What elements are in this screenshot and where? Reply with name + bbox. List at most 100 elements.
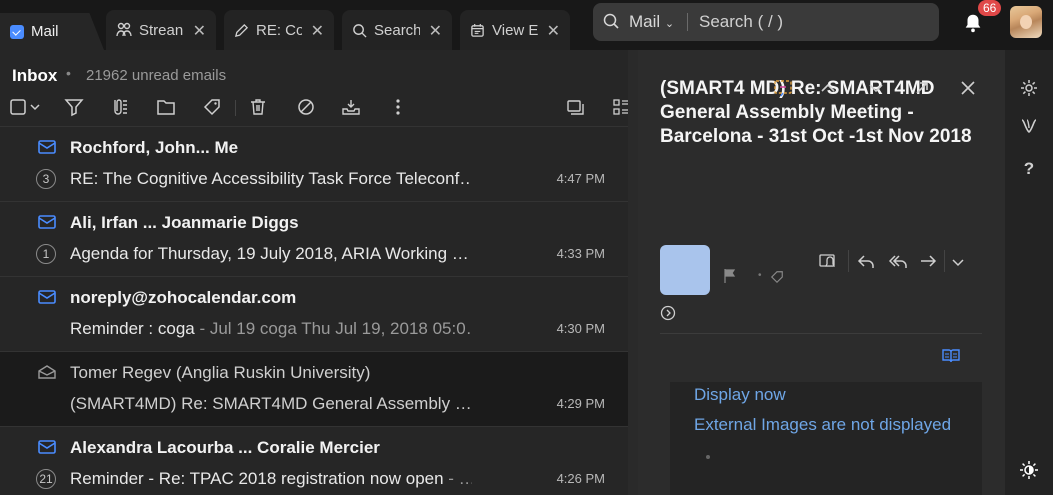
tab-view-event[interactable]: View E ✕: [460, 10, 570, 50]
email-row[interactable]: Rochford, John... Me 3 RE: The Cognitive…: [0, 127, 628, 202]
page-title: Inbox: [12, 66, 58, 85]
list-scrollbar[interactable]: [628, 50, 638, 495]
reply-icon[interactable]: [856, 252, 876, 272]
streams-icon: [116, 22, 132, 37]
select-all-checkbox[interactable]: [10, 97, 42, 117]
subject-text: Reminder - Re: TPAC 2018 registration no…: [70, 469, 444, 488]
archive-icon[interactable]: [341, 97, 361, 117]
email-snippet: - Jul 19 coga Thu Jul 19, 2018 05:0…: [194, 319, 472, 338]
reading-pane: (SMART4 MD) Re: SMART4MD General Assembl…: [638, 50, 1005, 495]
separator-dot: •: [758, 270, 762, 281]
email-time: 4:33 PM: [556, 246, 605, 261]
separator-dot: •: [66, 65, 71, 81]
right-rail: ?: [1005, 50, 1053, 495]
subject-text: Agenda for Thursday, 19 July 2018, ARIA …: [70, 244, 469, 263]
zia-icon[interactable]: [1019, 116, 1039, 136]
email-row[interactable]: noreply@zohocalendar.com Reminder : coga…: [0, 277, 628, 352]
notification-badge: 66: [978, 0, 1002, 16]
tab-search[interactable]: Search ✕: [342, 10, 452, 50]
search-scope-select[interactable]: Mail ⌄: [629, 12, 674, 32]
checkbox-icon: [10, 99, 40, 115]
tab-draft[interactable]: RE: Co ✕: [224, 10, 334, 50]
email-sender: Ali, Irfan ... Joanmarie Diggs: [70, 213, 299, 232]
tab-label: RE: Co: [256, 21, 302, 39]
calendar-icon: [471, 23, 484, 37]
email-sender: Alexandra Lacourba ... Coralie Mercier: [70, 438, 380, 457]
unread-envelope-icon: [38, 290, 56, 304]
tag-icon[interactable]: [770, 270, 784, 284]
subject-text: Reminder : coga: [70, 319, 195, 338]
divider: [660, 333, 982, 334]
reply-all-icon[interactable]: [888, 252, 908, 272]
external-images-text: External Images are not displayed: [694, 415, 952, 434]
unread-count: 21962 unread emails: [86, 67, 227, 84]
spam-icon[interactable]: [296, 97, 316, 117]
close-icon[interactable]: ✕: [429, 21, 442, 41]
tab-streams[interactable]: Strean ✕: [106, 10, 216, 50]
trash-icon[interactable]: [248, 97, 268, 117]
search-input[interactable]: Mail ⌄ Search ( / ): [593, 3, 939, 41]
folder-icon[interactable]: [156, 97, 176, 117]
subject-text: RE: The Cognitive Accessibility Task For…: [70, 169, 472, 188]
display-now-link[interactable]: Display now: [694, 385, 786, 405]
read-envelope-icon: [38, 365, 56, 379]
search-placeholder: Search ( / ): [699, 12, 784, 31]
gear-icon[interactable]: [1019, 78, 1039, 98]
close-icon[interactable]: ✕: [311, 21, 324, 41]
email-snippet: - …: [448, 469, 472, 488]
divider: [944, 250, 945, 272]
bell-icon[interactable]: [962, 12, 984, 34]
tab-label: Strean: [139, 21, 184, 39]
help-icon[interactable]: ?: [1019, 159, 1039, 179]
search-icon: [353, 23, 367, 38]
close-icon[interactable]: ✕: [193, 21, 206, 41]
reading-pane-icon[interactable]: [565, 97, 585, 117]
close-icon[interactable]: ✕: [547, 21, 560, 41]
tag-icon[interactable]: [202, 97, 222, 117]
forward-icon[interactable]: [918, 252, 938, 272]
chevron-down-icon[interactable]: [866, 78, 886, 98]
filter-icon[interactable]: [64, 97, 84, 117]
top-bar: Mail Strean ✕ RE: Co ✕ Search ✕ View E ✕…: [0, 0, 1053, 50]
email-sender: Rochford, John... Me: [70, 138, 239, 157]
avatar[interactable]: [1010, 6, 1042, 38]
unread-envelope-icon: [38, 140, 56, 154]
email-time: 4:26 PM: [556, 471, 605, 486]
translate-icon[interactable]: [773, 78, 793, 98]
email-time: 4:30 PM: [556, 321, 605, 336]
tab-label: View E: [492, 21, 538, 39]
email-row[interactable]: Alexandra Lacourba ... Coralie Mercier 2…: [0, 427, 628, 495]
search-icon: [603, 13, 619, 29]
email-time: 4:47 PM: [556, 171, 605, 186]
expand-details-icon[interactable]: [660, 305, 676, 321]
email-time: 4:29 PM: [556, 396, 605, 411]
theme-toggle-icon[interactable]: [1019, 460, 1039, 480]
subject-text: (SMART4MD) Re: SMART4MD General Assembly…: [70, 394, 472, 413]
email-subject: (SMART4MD) Re: SMART4MD General Assembly…: [70, 394, 472, 414]
unread-envelope-icon: [38, 440, 56, 454]
pencil-icon: [234, 23, 249, 37]
email-row[interactable]: Ali, Irfan ... Joanmarie Diggs 1 Agenda …: [0, 202, 628, 277]
remind-icon[interactable]: [818, 252, 838, 272]
thread-count: 3: [36, 169, 56, 189]
attachment-filter-icon[interactable]: [110, 97, 130, 117]
tab-mail[interactable]: Mail: [0, 13, 104, 50]
email-sender: noreply@zohocalendar.com: [70, 288, 297, 307]
chevron-up-icon[interactable]: [818, 78, 838, 98]
unread-envelope-icon: [38, 215, 56, 229]
thread-count: 1: [36, 244, 56, 264]
toolbar-divider: [235, 100, 236, 116]
flag-icon[interactable]: [722, 268, 738, 284]
email-sender: Tomer Regev (Anglia Ruskin University): [70, 363, 371, 382]
message-list-pane: Inbox • 21962 unread emails Rochford, Jo…: [0, 50, 630, 495]
chevron-down-icon[interactable]: [950, 252, 966, 272]
thread-count: 21: [36, 469, 56, 489]
expand-icon[interactable]: [912, 78, 932, 98]
more-options-icon[interactable]: [388, 97, 408, 117]
email-row[interactable]: Tomer Regev (Anglia Ruskin University) (…: [0, 352, 628, 427]
chevron-down-icon: ⌄: [664, 18, 675, 30]
close-icon[interactable]: [958, 78, 978, 98]
mail-app-icon: [10, 24, 24, 39]
reading-mode-icon[interactable]: [941, 346, 961, 366]
email-subject: Reminder : coga - Jul 19 coga Thu Jul 19…: [70, 319, 472, 339]
